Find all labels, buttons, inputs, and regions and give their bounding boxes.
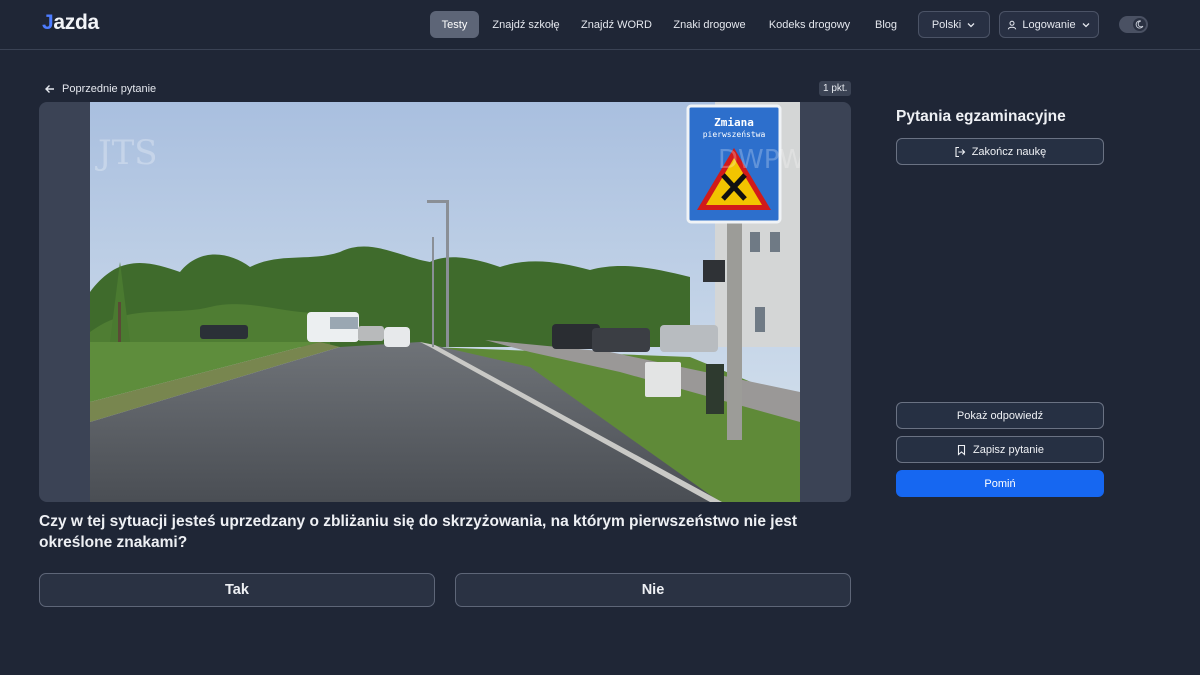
nav-testy[interactable]: Testy <box>430 11 479 38</box>
login-button[interactable]: Logowanie <box>999 11 1099 38</box>
question-image-frame: Zmiana pierwszeństwa JTS DWPW <box>39 102 851 502</box>
show-answer-button[interactable]: Pokaż odpowiedź <box>896 402 1104 429</box>
nav-kodeks-drogowy[interactable]: Kodeks drogowy <box>762 11 857 38</box>
theme-toggle[interactable] <box>1119 16 1148 33</box>
sidebar-title: Pytania egzaminacyjne <box>896 108 1066 125</box>
language-select[interactable]: Polski <box>918 11 990 38</box>
chevron-down-icon <box>967 22 975 27</box>
user-icon <box>1008 20 1017 30</box>
save-question-label: Zapisz pytanie <box>973 443 1044 456</box>
previous-question-label: Poprzednie pytanie <box>62 83 157 95</box>
save-question-button[interactable]: Zapisz pytanie <box>896 436 1104 463</box>
end-learning-button[interactable]: Zakończ naukę <box>896 138 1104 165</box>
language-label: Polski <box>931 18 962 31</box>
top-navbar: Jazda Testy Znajdź szkołę Znajdź WORD Zn… <box>0 0 1200 50</box>
arrow-left-icon <box>45 85 54 93</box>
question-text: Czy w tej sytuacji jesteś uprzedzany o z… <box>39 513 798 551</box>
logout-icon <box>955 146 965 157</box>
answer-yes-button[interactable]: Tak <box>39 573 435 607</box>
previous-question-link[interactable]: Poprzednie pytanie <box>44 81 156 97</box>
sign-text-line2: pierwszeństwa <box>703 130 766 139</box>
nav-znajdz-szkole[interactable]: Znajdź szkołę <box>486 11 566 38</box>
nav-znaki-drogowe[interactable]: Znaki drogowe <box>667 11 752 38</box>
sign-text-line1: Zmiana <box>714 116 754 129</box>
skip-button[interactable]: Pomiń <box>896 470 1104 497</box>
bookmark-icon <box>957 444 966 456</box>
login-label: Logowanie <box>1022 18 1076 31</box>
nav-blog[interactable]: Blog <box>866 11 906 38</box>
nav-znajdz-word[interactable]: Znajdź WORD <box>576 11 657 38</box>
moon-icon <box>1133 18 1146 31</box>
chevron-down-icon <box>1082 22 1090 27</box>
watermark-left: JTS <box>95 133 158 173</box>
question-photo: Zmiana pierwszeństwa JTS DWPW <box>90 102 800 502</box>
answer-no-button[interactable]: Nie <box>455 573 851 607</box>
logo[interactable]: Jazda <box>42 11 99 35</box>
end-learning-label: Zakończ naukę <box>971 145 1047 158</box>
points-badge: 1 pkt. <box>819 81 852 96</box>
watermark-right: DWPW <box>718 145 800 175</box>
